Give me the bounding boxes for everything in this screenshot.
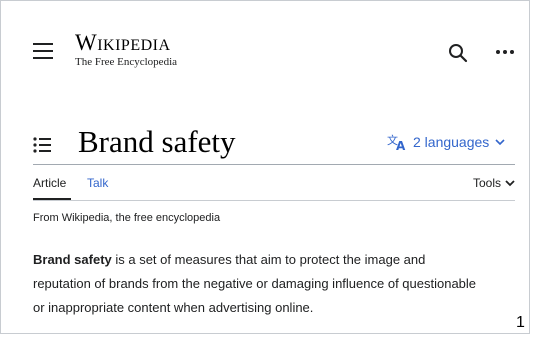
site-subtitle: From Wikipedia, the free encyclopedia bbox=[33, 212, 221, 224]
wordmark: Wikipedia bbox=[75, 30, 171, 55]
tagline: The Free Encyclopedia bbox=[75, 56, 178, 68]
tab-article[interactable]: Article bbox=[33, 176, 66, 190]
wikipedia-logo[interactable]: Wikipedia The Free Encyclopedia bbox=[75, 30, 178, 69]
translate-icon: 文 A bbox=[387, 133, 406, 151]
more-options-icon[interactable] bbox=[495, 47, 515, 57]
svg-text:A: A bbox=[396, 139, 406, 151]
page-tabs: Article Talk Tools bbox=[33, 176, 515, 200]
languages-button[interactable]: 文 A 2 languages bbox=[387, 132, 505, 152]
table-of-contents-icon[interactable] bbox=[33, 137, 51, 153]
chevron-down-icon bbox=[495, 139, 505, 146]
page-title: Brand safety bbox=[78, 124, 236, 159]
tools-button[interactable]: Tools bbox=[473, 176, 515, 190]
lead-paragraph: Brand safety is a set of measures that a… bbox=[33, 248, 483, 320]
lead-bold-term: Brand safety bbox=[33, 252, 112, 267]
languages-label: 2 languages bbox=[413, 134, 490, 150]
page-number: 1 bbox=[516, 314, 525, 331]
title-divider bbox=[33, 164, 515, 165]
tab-talk[interactable]: Talk bbox=[87, 176, 108, 190]
chevron-down-icon bbox=[505, 179, 515, 186]
tools-label: Tools bbox=[472, 176, 501, 190]
search-icon[interactable] bbox=[448, 43, 468, 63]
mobile-page-frame: Wikipedia The Free Encyclopedia Brand sa… bbox=[0, 0, 530, 334]
menu-icon[interactable] bbox=[33, 43, 53, 59]
tabs-divider bbox=[33, 200, 515, 201]
